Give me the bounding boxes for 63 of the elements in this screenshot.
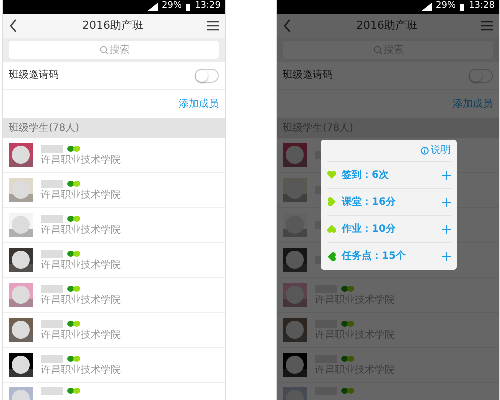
school-name: 许昌职业技术学院 [41,330,121,340]
leaf-icon [327,252,337,262]
blurred-name [41,180,63,188]
school-name: 许昌职业技术学院 [41,190,121,200]
plus-icon[interactable] [442,170,451,180]
leaf-icon [67,284,81,292]
search-icon [100,46,109,55]
score-label: 任务点：15个 [342,250,407,264]
leaf-icon [67,250,81,258]
leaf-icon [67,354,81,362]
leaf-icon [67,180,81,188]
score-label: 课堂：16分 [342,196,397,210]
battery-percent: 29% [436,0,456,14]
blurred-name [41,284,63,292]
blurred-name [41,320,63,328]
blurred-name [41,250,63,258]
school-name: 许昌职业技术学院 [41,364,121,376]
plus-icon[interactable] [442,198,451,206]
leaf-icon [341,320,355,328]
score-label: 作业：10分 [342,222,397,236]
plus-icon[interactable] [442,224,451,234]
battery-percent: 29% [162,0,182,14]
status-time: 13:29 [195,0,221,14]
signal-icon [148,3,158,11]
leaf-icon [67,387,81,395]
leaf-icon [67,144,81,152]
score-label: 签到：6次 [342,168,390,182]
battery-icon [186,3,192,11]
status-time: 13:28 [469,0,495,14]
search-icon [374,46,383,55]
add-member-link[interactable]: 添加成员 [453,96,493,112]
plus-icon[interactable] [442,252,451,261]
leaf-icon [341,387,355,395]
school-name: 许昌职业技术学院 [41,224,121,236]
back-icon[interactable] [9,19,19,33]
invite-code-label: 班级邀请码 [283,68,333,83]
school-name: 许昌职业技术学院 [41,294,121,306]
signal-icon [422,3,432,11]
add-member-link[interactable]: 添加成员 [179,96,219,112]
page-title: 2016助产班 [82,18,144,34]
leaf-icon [67,214,81,222]
invite-toggle[interactable] [195,68,219,82]
school-name: 许昌职业技术学院 [41,260,121,270]
blurred-name [41,354,63,362]
heart-icon [327,170,337,180]
leaf-icon [327,224,337,234]
blurred-name [41,214,63,222]
battery-icon [460,3,466,11]
leaf-icon [341,354,355,362]
info-icon [421,146,429,154]
section-header: 班级学生(78人) [3,118,225,138]
leaf-icon [341,284,355,292]
blurred-name [41,144,63,152]
leaf-icon [327,197,337,207]
blurred-name [41,387,63,395]
search-field[interactable]: 搜索 [9,41,219,59]
page-title: 2016助产班 [356,18,418,34]
invite-toggle[interactable] [469,68,493,82]
invite-code-label: 班级邀请码 [9,68,59,83]
leaf-icon [67,320,81,328]
menu-icon[interactable] [207,21,219,31]
school-name: 许昌职业技术学院 [41,154,121,166]
help-link[interactable]: 说明 [431,143,451,158]
